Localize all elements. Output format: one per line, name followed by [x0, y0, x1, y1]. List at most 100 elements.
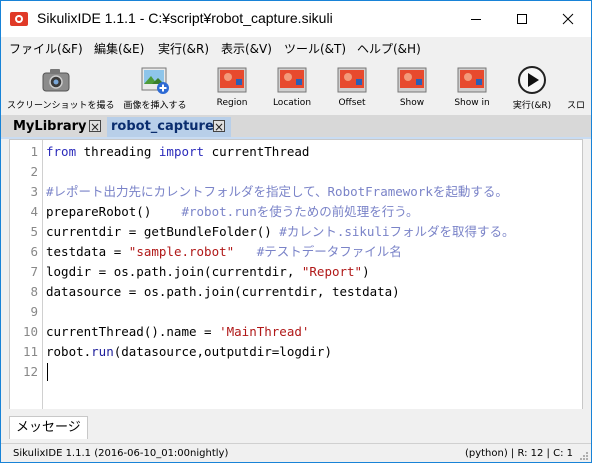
code-token: (datasource,outputdir=logdir) [113, 344, 332, 359]
code-line[interactable]: robot.run(datasource,outputdir=logdir) [46, 342, 332, 362]
code-line[interactable]: currentThread().name = 'MainThread' [46, 322, 309, 342]
close-button[interactable] [545, 1, 591, 37]
maximize-button[interactable] [499, 1, 545, 37]
maximize-icon [517, 14, 527, 24]
code-line[interactable]: logdir = os.path.join(currentdir, "Repor… [46, 262, 370, 282]
status-version: SikulixIDE 1.1.1 (2016-06-10_01:00nightl… [13, 448, 229, 459]
location-label: Location [272, 98, 312, 108]
line-number: 3 [30, 184, 38, 199]
minimize-icon [471, 19, 481, 20]
menu-edit[interactable]: 編集(&E) [94, 40, 144, 57]
line-number: 8 [30, 284, 38, 299]
code-token: threading [76, 144, 159, 159]
offset-label: Offset [338, 98, 366, 108]
menu-tools[interactable]: ツール(&T) [284, 40, 346, 57]
run-label: 実行(&R) [512, 101, 552, 111]
toolbar: スクリーンショットを撮る 画像を挿入する Region Location Off… [1, 59, 591, 115]
line-number: 1 [30, 144, 38, 159]
code-editor[interactable]: 1 2 3 4 5 6 7 8 9 10 11 12 from threading import cu… [9, 139, 583, 411]
menu-bar: ファイル(&F) 編集(&E) 実行(&R) 表示(&V) ツール(&T) ヘル… [1, 37, 591, 59]
location-button[interactable]: Location [267, 61, 317, 113]
code-token: prepareRobot() [46, 204, 182, 219]
code-token: robot. [46, 344, 92, 359]
close-icon [562, 13, 574, 25]
code-line[interactable]: datasource = os.path.join(currentdir, te… [46, 282, 400, 302]
code-keyword: import [158, 144, 205, 159]
offset-icon [337, 67, 367, 93]
title-bar[interactable]: SikulixIDE 1.1.1 - C:¥script¥robot_captu… [1, 1, 591, 37]
location-icon [277, 67, 307, 93]
screenshot-label: スクリーンショットを撮る [7, 101, 115, 111]
camera-icon [42, 69, 70, 92]
message-panel: メッセージ [1, 409, 591, 443]
slow-run-button[interactable]: スロ [567, 61, 591, 113]
slow-run-label: スロ [567, 101, 586, 111]
tab-robot-capture-label: robot_capture [111, 119, 214, 134]
menu-view[interactable]: 表示(&V) [221, 40, 272, 57]
insert-image-icon [141, 67, 169, 94]
status-bar: SikulixIDE 1.1.1 (2016-06-10_01:00nightl… [1, 443, 591, 462]
line-number: 4 [30, 204, 38, 219]
tab-mylibrary-label: MyLibrary [13, 119, 87, 134]
code-token: datasource = os.path.join(currentdir, te… [46, 284, 400, 299]
show-in-icon [457, 67, 487, 93]
menu-file[interactable]: ファイル(&F) [9, 40, 83, 57]
code-line[interactable]: testdata = "sample.robot" #テストデータファイル名 [46, 242, 402, 262]
line-number: 7 [30, 264, 38, 279]
line-number-gutter: 1 2 3 4 5 6 7 8 9 10 11 12 [10, 140, 43, 410]
tab-robot-capture[interactable]: robot_capture [107, 117, 231, 137]
run-button[interactable]: 実行(&R) [507, 61, 557, 113]
minimize-button[interactable] [453, 1, 499, 37]
line-number: 6 [30, 244, 38, 259]
offset-button[interactable]: Offset [327, 61, 377, 113]
close-icon[interactable] [213, 117, 225, 137]
insert-image-label: 画像を挿入する [123, 101, 187, 111]
region-label: Region [216, 98, 248, 108]
code-line[interactable]: currentdir = getBundleFolder() #カレント.sik… [46, 222, 515, 242]
code-keyword: from [46, 144, 77, 159]
code-area[interactable]: from threading import currentThread #レポート… [46, 140, 582, 410]
sikulix-app-icon [10, 12, 28, 26]
play-icon [518, 66, 546, 94]
screenshot-button[interactable]: スクリーンショットを撮る [7, 61, 115, 113]
ide-window: SikulixIDE 1.1.1 - C:¥script¥robot_captu… [0, 0, 592, 463]
code-token: run [91, 344, 114, 359]
window-title: SikulixIDE 1.1.1 - C:¥script¥robot_captu… [37, 10, 333, 26]
code-token: logdir = os.path.join(currentdir, [46, 264, 302, 279]
resize-grip-icon[interactable] [579, 451, 589, 461]
show-in-button[interactable]: Show in [447, 61, 497, 113]
code-line[interactable]: prepareRobot() #robot.runを使うための前処理を行う。 [46, 202, 418, 222]
menu-run[interactable]: 実行(&R) [158, 40, 209, 57]
show-icon [397, 67, 427, 93]
code-line[interactable]: from threading import currentThread [46, 142, 309, 162]
code-token: testdata = [46, 244, 129, 259]
code-string: "sample.robot" [128, 244, 235, 259]
line-number: 2 [30, 164, 38, 179]
code-comment: #カレント.sikuliフォルダを取得する。 [279, 224, 515, 239]
status-position: (python) | R: 12 | C: 1 [464, 448, 573, 459]
line-number: 5 [30, 224, 38, 239]
line-number: 11 [22, 344, 38, 359]
editor-tab-bar: MyLibrary robot_capture [1, 115, 591, 139]
code-string: 'MainThread' [219, 324, 310, 339]
code-comment: #robot.runを使うための前処理を行う。 [181, 204, 419, 219]
close-icon[interactable] [89, 117, 101, 137]
insert-image-button[interactable]: 画像を挿入する [115, 61, 195, 113]
tab-messages[interactable]: メッセージ [9, 416, 88, 439]
code-comment: #テストデータファイル名 [256, 244, 402, 259]
tab-mylibrary[interactable]: MyLibrary [9, 117, 105, 137]
line-number: 9 [30, 304, 38, 319]
code-token: currentThread().name = [46, 324, 220, 339]
code-string: "Report" [301, 264, 363, 279]
show-in-label: Show in [454, 98, 490, 108]
menu-help[interactable]: ヘルプ(&H) [357, 40, 421, 57]
region-button[interactable]: Region [207, 61, 257, 113]
line-number: 10 [22, 324, 38, 339]
show-button[interactable]: Show [387, 61, 437, 113]
code-line[interactable]: #レポート出力先にカレントフォルダを指定して、RobotFrameworkを起動… [46, 182, 508, 202]
region-icon [217, 67, 247, 93]
code-comment: #レポート出力先にカレントフォルダを指定して、RobotFrameworkを起動… [46, 184, 508, 199]
show-label: Show [399, 98, 425, 108]
code-token: ) [362, 264, 370, 279]
